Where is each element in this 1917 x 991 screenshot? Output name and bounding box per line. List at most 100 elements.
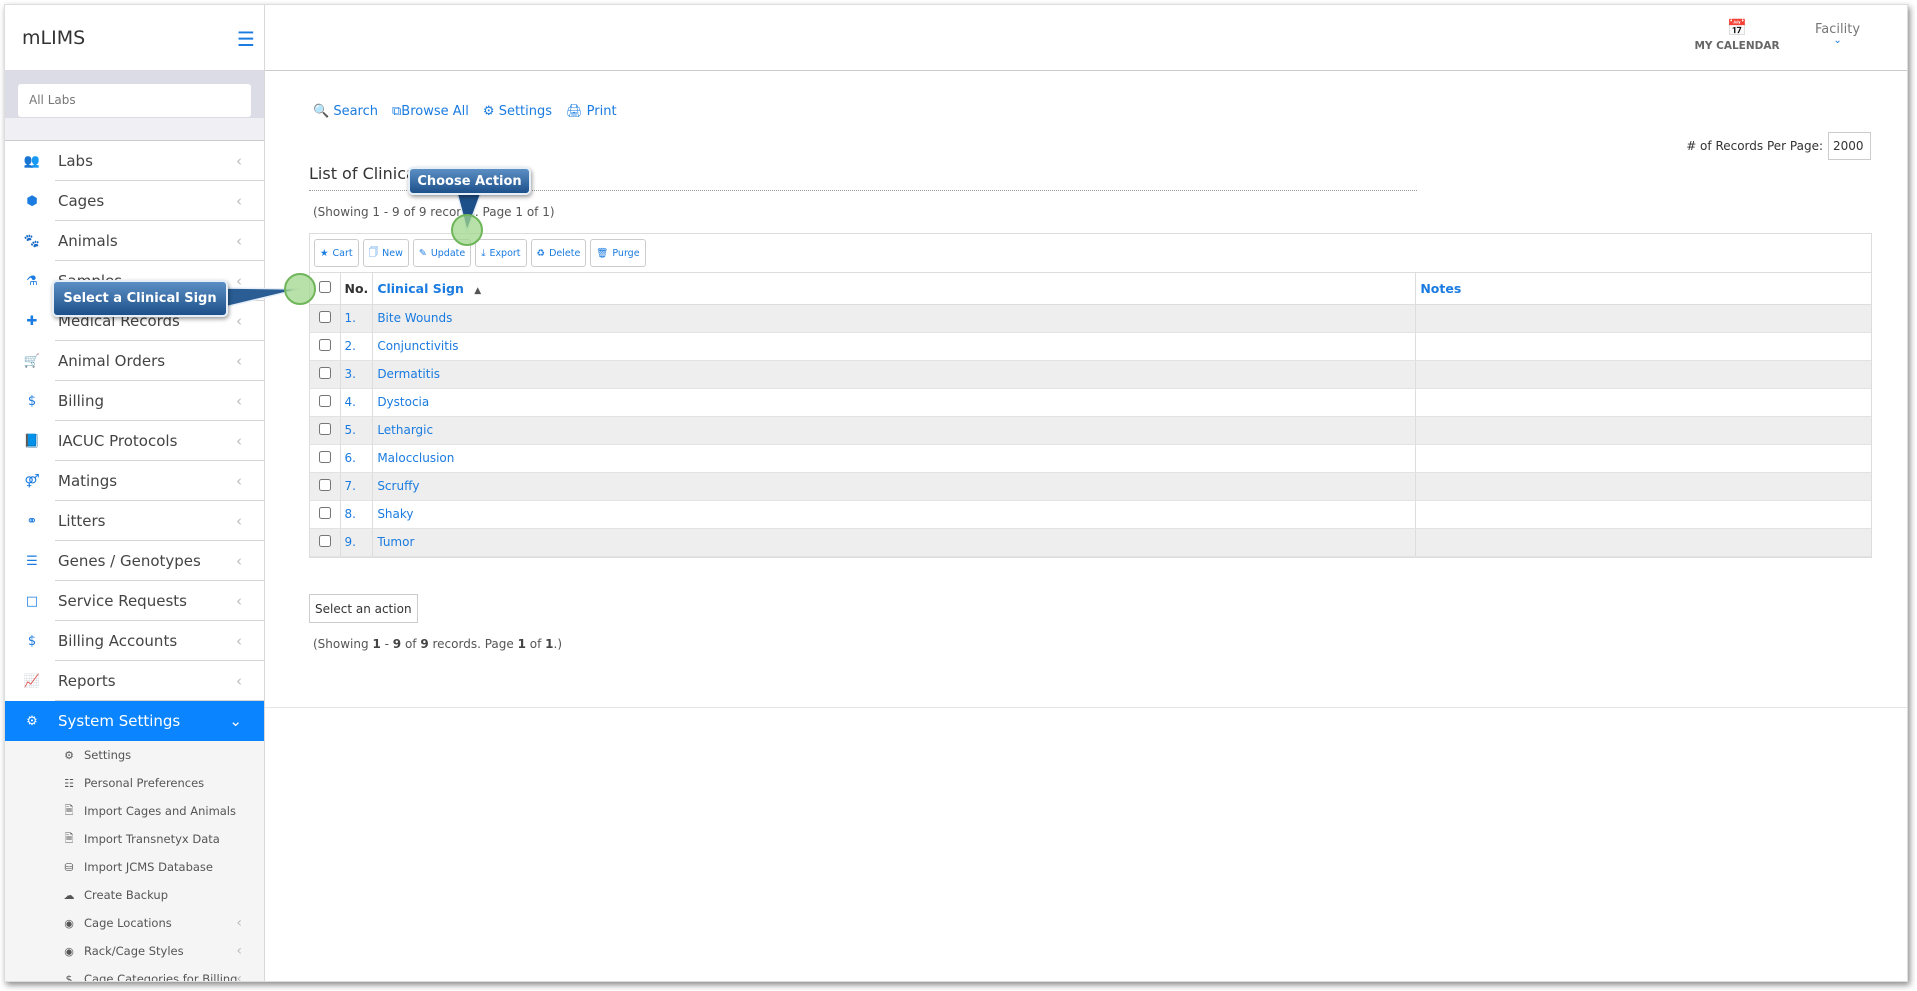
clinical-sign-link[interactable]: Shaky	[377, 507, 413, 521]
submenu-item-rack-cage-styles[interactable]: ◉ Rack/Cage Styles ‹	[5, 937, 264, 965]
summary-text: -	[380, 637, 393, 651]
clinical-sign-link[interactable]: Bite Wounds	[377, 311, 452, 325]
row-checkbox[interactable]	[318, 394, 331, 407]
column-header-clinical-sign[interactable]: Clinical Sign ▲	[372, 273, 1416, 305]
cart-button[interactable]: ★ Cart	[314, 239, 359, 267]
row-number-link[interactable]: 8.	[345, 507, 356, 521]
mating-icon: ⚤	[24, 473, 40, 489]
submenu-item-personal-preferences[interactable]: ☷ Personal Preferences	[5, 769, 264, 797]
select-action-dropdown[interactable]: Select an action	[309, 594, 418, 623]
row-number-link[interactable]: 9.	[345, 535, 356, 549]
sidebar-item-genes-genotypes[interactable]: ☰ Genes / Genotypes ‹	[5, 541, 264, 581]
row-checkbox[interactable]	[318, 450, 331, 463]
clinical-signs-table-container: ★ Cart 🗍 New ✎ Update ⤓ Export ♻ Delete 🗑 Purg…	[309, 233, 1872, 558]
chevron-left-icon: ‹	[236, 552, 242, 570]
table-row[interactable]: 4. Dystocia	[310, 388, 1871, 417]
sidebar-item-system-settings[interactable]: ⚙ System Settings ⌄	[5, 701, 264, 741]
row-checkbox[interactable]	[318, 534, 331, 547]
row-checkbox[interactable]	[318, 310, 331, 323]
submenu-item-settings[interactable]: ⚙ Settings	[5, 741, 264, 769]
row-checkbox[interactable]	[318, 478, 331, 491]
sidebar-item-labs[interactable]: 👥 Labs ‹	[5, 141, 264, 181]
sidebar-item-service-requests[interactable]: □ Service Requests ‹	[5, 581, 264, 621]
row-number-link[interactable]: 3.	[345, 367, 356, 381]
clinical-sign-link[interactable]: Dermatitis	[377, 367, 440, 381]
sidebar-item-label: Animal Orders	[58, 352, 166, 370]
dollar-icon: $	[65, 972, 73, 982]
sidebar-item-iacuc-protocols[interactable]: 📘 IACUC Protocols ‹	[5, 421, 264, 461]
select-sign-marker	[284, 273, 316, 305]
delete-button[interactable]: ♻ Delete	[530, 239, 587, 267]
new-button[interactable]: 🗍 New	[362, 239, 409, 267]
table-row[interactable]: 7. Scruffy	[310, 472, 1871, 501]
chevron-left-icon: ‹	[236, 152, 242, 170]
table-row[interactable]: 9. Tumor	[310, 528, 1871, 557]
clinical-sign-link[interactable]: Scruffy	[377, 479, 419, 493]
row-number-link[interactable]: 2.	[345, 339, 356, 353]
clinical-sign-cell: Dermatitis	[372, 360, 1416, 389]
sidebar-item-matings[interactable]: ⚤ Matings ‹	[5, 461, 264, 501]
sidebar-item-reports[interactable]: 📈 Reports ‹	[5, 661, 264, 701]
lab-selector[interactable]: All Labs	[18, 84, 251, 117]
summary-from: 1	[372, 637, 381, 651]
row-checkbox[interactable]	[318, 506, 331, 519]
purge-button[interactable]: 🗑 Purge	[590, 239, 646, 267]
cube-icon: ⬢	[26, 193, 38, 209]
sidebar-item-label: Cages	[58, 192, 105, 210]
submenu-item-label: Import Transnetyx Data	[84, 832, 220, 846]
notes-cell	[1415, 472, 1871, 501]
row-select-cell	[310, 444, 340, 473]
submenu-item-create-backup[interactable]: ☁ Create Backup	[5, 881, 264, 909]
sidebar-item-billing[interactable]: $ Billing ‹	[5, 381, 264, 421]
browse-all-link[interactable]: ⧉Browse All	[392, 104, 469, 119]
table-row[interactable]: 3. Dermatitis	[310, 360, 1871, 389]
app-window: mLIMS ☰ All Labs 👥 Labs ‹ ⬢ Cages ‹ 🐾 An…	[4, 4, 1908, 982]
choose-action-marker	[451, 214, 483, 246]
sidebar-item-litters[interactable]: ⚭ Litters ‹	[5, 501, 264, 541]
hamburger-icon[interactable]: ☰	[237, 27, 255, 51]
table-row[interactable]: 8. Shaky	[310, 500, 1871, 529]
print-link[interactable]: 🖨 Print	[566, 104, 617, 119]
submenu-item-import-cages-and-animals[interactable]: 🗎 Import Cages and Animals	[5, 797, 264, 825]
submenu-item-cage-locations[interactable]: ◉ Cage Locations ‹	[5, 909, 264, 937]
table-row[interactable]: 2. Conjunctivitis	[310, 332, 1871, 361]
sidebar-item-animal-orders[interactable]: 🛒 Animal Orders ‹	[5, 341, 264, 381]
row-number-link[interactable]: 5.	[345, 423, 356, 437]
submenu-item-cage-categories-for-billing[interactable]: $ Cage Categories for Billing ‹	[5, 965, 264, 982]
browse-all-label: Browse All	[401, 104, 469, 119]
row-checkbox[interactable]	[318, 366, 331, 379]
sidebar-item-billing-accounts[interactable]: $ Billing Accounts ‹	[5, 621, 264, 661]
submenu-item-import-transnetyx-data[interactable]: 🗎 Import Transnetyx Data	[5, 825, 264, 853]
table-row[interactable]: 5. Lethargic	[310, 416, 1871, 445]
row-checkbox[interactable]	[318, 338, 331, 351]
table-row[interactable]: 6. Malocclusion	[310, 444, 1871, 473]
recycle-icon: ♻	[536, 247, 546, 259]
select-all-checkbox[interactable]	[318, 280, 331, 293]
facility-dropdown[interactable]: Facility ⌄	[1815, 22, 1860, 46]
row-number-link[interactable]: 6.	[345, 451, 356, 465]
submenu-item-import-jcms-database[interactable]: ⛁ Import JCMS Database	[5, 853, 264, 881]
settings-link[interactable]: ⚙ Settings	[483, 104, 552, 119]
table-row[interactable]: 1. Bite Wounds	[310, 304, 1871, 333]
search-link[interactable]: 🔍 Search	[313, 104, 378, 119]
sidebar-item-label: Service Requests	[58, 592, 187, 610]
row-number-link[interactable]: 7.	[345, 479, 356, 493]
sidebar-item-cages[interactable]: ⬢ Cages ‹	[5, 181, 264, 221]
clinical-sign-link[interactable]: Conjunctivitis	[377, 339, 458, 353]
print-icon: 🖨	[566, 104, 583, 119]
clinical-sign-link[interactable]: Tumor	[377, 535, 414, 549]
clinical-sign-link[interactable]: Malocclusion	[377, 451, 454, 465]
my-calendar-button[interactable]: 📅 MY CALENDAR	[1667, 18, 1807, 52]
row-number-link[interactable]: 1.	[345, 311, 356, 325]
export-button[interactable]: ⤓ Export	[475, 239, 527, 267]
column-header-notes[interactable]: Notes	[1415, 273, 1871, 305]
clinical-sign-link[interactable]: Lethargic	[377, 423, 433, 437]
row-number-link[interactable]: 4.	[345, 395, 356, 409]
clinical-sign-link[interactable]: Dystocia	[377, 395, 429, 409]
notes-cell	[1415, 304, 1871, 333]
sidebar-item-label: Genes / Genotypes	[58, 552, 201, 570]
sidebar-item-animals[interactable]: 🐾 Animals ‹	[5, 221, 264, 261]
records-per-page-input[interactable]	[1828, 132, 1871, 160]
row-checkbox[interactable]	[318, 422, 331, 435]
row-select-cell	[310, 360, 340, 389]
